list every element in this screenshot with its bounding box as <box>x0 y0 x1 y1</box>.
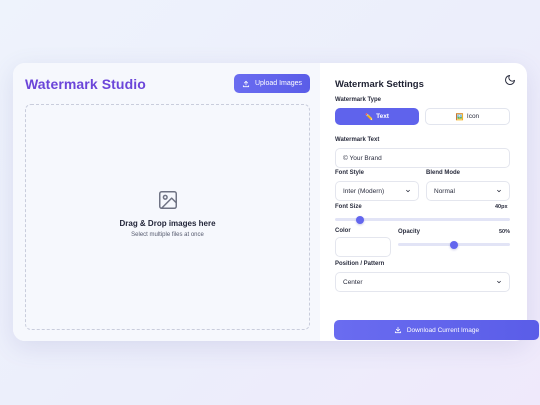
opacity-slider-thumb[interactable] <box>450 240 458 249</box>
blend-mode-label: Blend Mode <box>426 170 460 176</box>
dropzone-subtitle: Select multiple files at once <box>131 231 204 238</box>
dropzone-title: Drag & Drop images here <box>119 218 216 228</box>
picture-icon: 🖼️ <box>455 113 464 121</box>
watermark-text-value: © Your Brand <box>343 154 382 162</box>
moon-icon[interactable] <box>504 74 516 86</box>
app-window: Watermark Studio Upload Images Drag & Dr… <box>13 63 539 341</box>
blend-mode-value: Normal <box>434 187 455 195</box>
position-label: Position / Pattern <box>335 261 385 267</box>
font-size-slider-thumb[interactable] <box>355 215 364 224</box>
image-icon <box>158 190 177 209</box>
download-current-image-label: Download Current Image <box>406 326 480 334</box>
settings-panel: Watermark Settings Watermark Type ✏️ Tex… <box>333 63 539 341</box>
watermark-text-input[interactable]: © Your Brand <box>335 148 510 168</box>
position-value: Center <box>343 278 363 286</box>
font-style-value: Inter (Modern) <box>343 187 385 195</box>
font-style-select[interactable]: Inter (Modern) <box>335 181 419 201</box>
upload-images-label: Upload Images <box>254 80 303 87</box>
editor-panel: Watermark Studio Upload Images Drag & Dr… <box>13 63 320 341</box>
type-option-icon[interactable]: 🖼️ Icon <box>425 108 510 125</box>
upload-images-button[interactable]: Upload Images <box>234 74 310 93</box>
font-size-label: Font Size <box>335 204 362 210</box>
position-select[interactable]: Center <box>335 272 510 292</box>
upload-icon <box>242 80 250 87</box>
watermark-type-label: Watermark Type <box>335 97 382 103</box>
blend-mode-select[interactable]: Normal <box>426 181 510 201</box>
type-option-icon-label: Icon <box>466 113 480 120</box>
chevron-down-icon <box>406 189 410 193</box>
font-style-label: Font Style <box>335 170 365 176</box>
app-title: Watermark Studio <box>25 76 146 92</box>
opacity-label: Opacity <box>398 229 421 235</box>
chevron-down-icon <box>497 280 501 284</box>
download-icon <box>394 326 401 334</box>
color-picker[interactable] <box>335 237 391 257</box>
font-size-value: 40px <box>495 204 508 210</box>
type-option-text[interactable]: ✏️ Text <box>335 108 419 125</box>
image-dropzone[interactable]: Drag & Drop images here Select multiple … <box>25 104 310 330</box>
chevron-down-icon <box>497 189 501 193</box>
opacity-value: 50% <box>499 229 511 235</box>
pencil-icon: ✏️ <box>365 113 374 121</box>
watermark-text-label: Watermark Text <box>335 137 380 143</box>
color-label: Color <box>335 228 351 234</box>
type-option-text-label: Text <box>376 113 389 120</box>
settings-title: Watermark Settings <box>335 79 424 90</box>
download-current-image-button[interactable]: Download Current Image <box>334 320 539 340</box>
